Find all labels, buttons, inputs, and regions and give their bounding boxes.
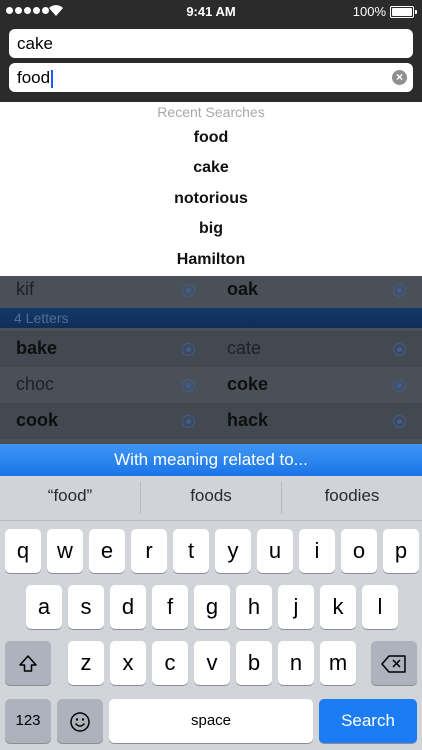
text-caret xyxy=(51,69,54,88)
result-row: choc coke xyxy=(0,367,422,403)
space-key[interactable]: space xyxy=(109,699,313,743)
search-area: cake food × xyxy=(0,22,422,102)
result-word: cate xyxy=(227,338,262,358)
key-h[interactable]: h xyxy=(236,585,272,629)
key-s[interactable]: s xyxy=(68,585,104,629)
recent-searches-title: Recent Searches xyxy=(157,104,265,120)
key-r[interactable]: r xyxy=(131,529,167,573)
first-word-value: cake xyxy=(17,34,53,53)
delete-icon xyxy=(381,655,406,673)
result-cell[interactable]: choc xyxy=(0,367,200,403)
key-y[interactable]: y xyxy=(215,529,251,573)
predictive-bar: “food” foods foodies xyxy=(0,476,422,521)
target-icon[interactable] xyxy=(182,343,195,356)
target-icon[interactable] xyxy=(393,284,406,297)
battery-percent: 100% xyxy=(352,4,386,19)
keyboard: q w e r t y u i o p a s d f g h j k l z … xyxy=(0,521,422,750)
key-j[interactable]: j xyxy=(278,585,314,629)
suggestion-item[interactable]: “food” xyxy=(0,476,140,520)
recent-searches: Recent Searches food cake notorious big … xyxy=(0,102,422,276)
key-n[interactable]: n xyxy=(278,641,314,685)
suggestion-item[interactable]: foods xyxy=(141,476,281,520)
status-bar: 9:41 AM 100% xyxy=(0,0,422,22)
result-cell[interactable]: bake xyxy=(0,331,200,367)
target-icon[interactable] xyxy=(182,379,195,392)
battery-icon xyxy=(390,6,417,18)
shift-icon xyxy=(19,655,37,672)
key-l[interactable]: l xyxy=(362,585,398,629)
target-icon[interactable] xyxy=(393,343,406,356)
word-results-grid: kif oak 4 Letters bake cate choc coke co… xyxy=(0,276,422,444)
result-word: kif xyxy=(16,279,34,299)
suggestion-item[interactable]: foodies xyxy=(282,476,422,520)
emoji-key[interactable] xyxy=(57,699,103,743)
result-word: bake xyxy=(16,338,58,358)
search-key[interactable]: Search xyxy=(319,699,417,743)
result-row: cook hack xyxy=(0,403,422,439)
target-icon[interactable] xyxy=(182,415,195,428)
shift-key[interactable] xyxy=(5,641,51,685)
result-cell[interactable]: cook xyxy=(0,403,200,439)
recent-item[interactable]: Hamilton xyxy=(0,251,422,269)
result-row: kif oak xyxy=(0,272,422,308)
result-cell[interactable]: cate xyxy=(211,331,411,367)
result-word: coke xyxy=(227,374,269,394)
target-icon[interactable] xyxy=(393,379,406,392)
second-word-value: food xyxy=(17,68,51,87)
section-header: 4 Letters xyxy=(0,308,422,328)
first-word-field[interactable]: cake xyxy=(9,29,413,58)
result-cell[interactable]: coke xyxy=(211,367,411,403)
recent-item[interactable]: cake xyxy=(0,159,422,177)
target-icon[interactable] xyxy=(393,415,406,428)
target-icon[interactable] xyxy=(182,284,195,297)
result-word: hack xyxy=(227,410,269,430)
result-cell[interactable]: kif xyxy=(0,272,200,308)
key-c[interactable]: c xyxy=(152,641,188,685)
result-word: choc xyxy=(16,374,55,394)
key-z[interactable]: z xyxy=(68,641,104,685)
recent-item[interactable]: food xyxy=(0,129,422,147)
recent-item[interactable]: notorious xyxy=(0,190,422,208)
key-g[interactable]: g xyxy=(194,585,230,629)
section-header-label: 4 Letters xyxy=(14,310,69,326)
key-i[interactable]: i xyxy=(299,529,335,573)
recent-item[interactable]: big xyxy=(0,220,422,238)
result-row: bake cate xyxy=(0,331,422,367)
key-e[interactable]: e xyxy=(89,529,125,573)
result-cell[interactable]: hack xyxy=(211,403,411,439)
key-x[interactable]: x xyxy=(110,641,146,685)
meaning-related-button[interactable]: With meaning related to... xyxy=(0,444,422,476)
key-u[interactable]: u xyxy=(257,529,293,573)
key-m[interactable]: m xyxy=(320,641,356,685)
key-a[interactable]: a xyxy=(26,585,62,629)
result-cell[interactable]: oak xyxy=(211,272,411,308)
key-f[interactable]: f xyxy=(152,585,188,629)
key-t[interactable]: t xyxy=(173,529,209,573)
key-p[interactable]: p xyxy=(383,529,419,573)
key-w[interactable]: w xyxy=(47,529,83,573)
delete-key[interactable] xyxy=(371,641,417,685)
key-q[interactable]: q xyxy=(5,529,41,573)
key-d[interactable]: d xyxy=(110,585,146,629)
emoji-icon xyxy=(70,712,90,732)
key-k[interactable]: k xyxy=(320,585,356,629)
key-o[interactable]: o xyxy=(341,529,377,573)
result-word: cook xyxy=(16,410,59,430)
key-v[interactable]: v xyxy=(194,641,230,685)
clear-icon[interactable]: × xyxy=(392,70,407,85)
result-word: oak xyxy=(227,279,259,299)
key-b[interactable]: b xyxy=(236,641,272,685)
numbers-key[interactable]: 123 xyxy=(5,699,51,743)
second-word-field[interactable]: food × xyxy=(9,63,413,92)
